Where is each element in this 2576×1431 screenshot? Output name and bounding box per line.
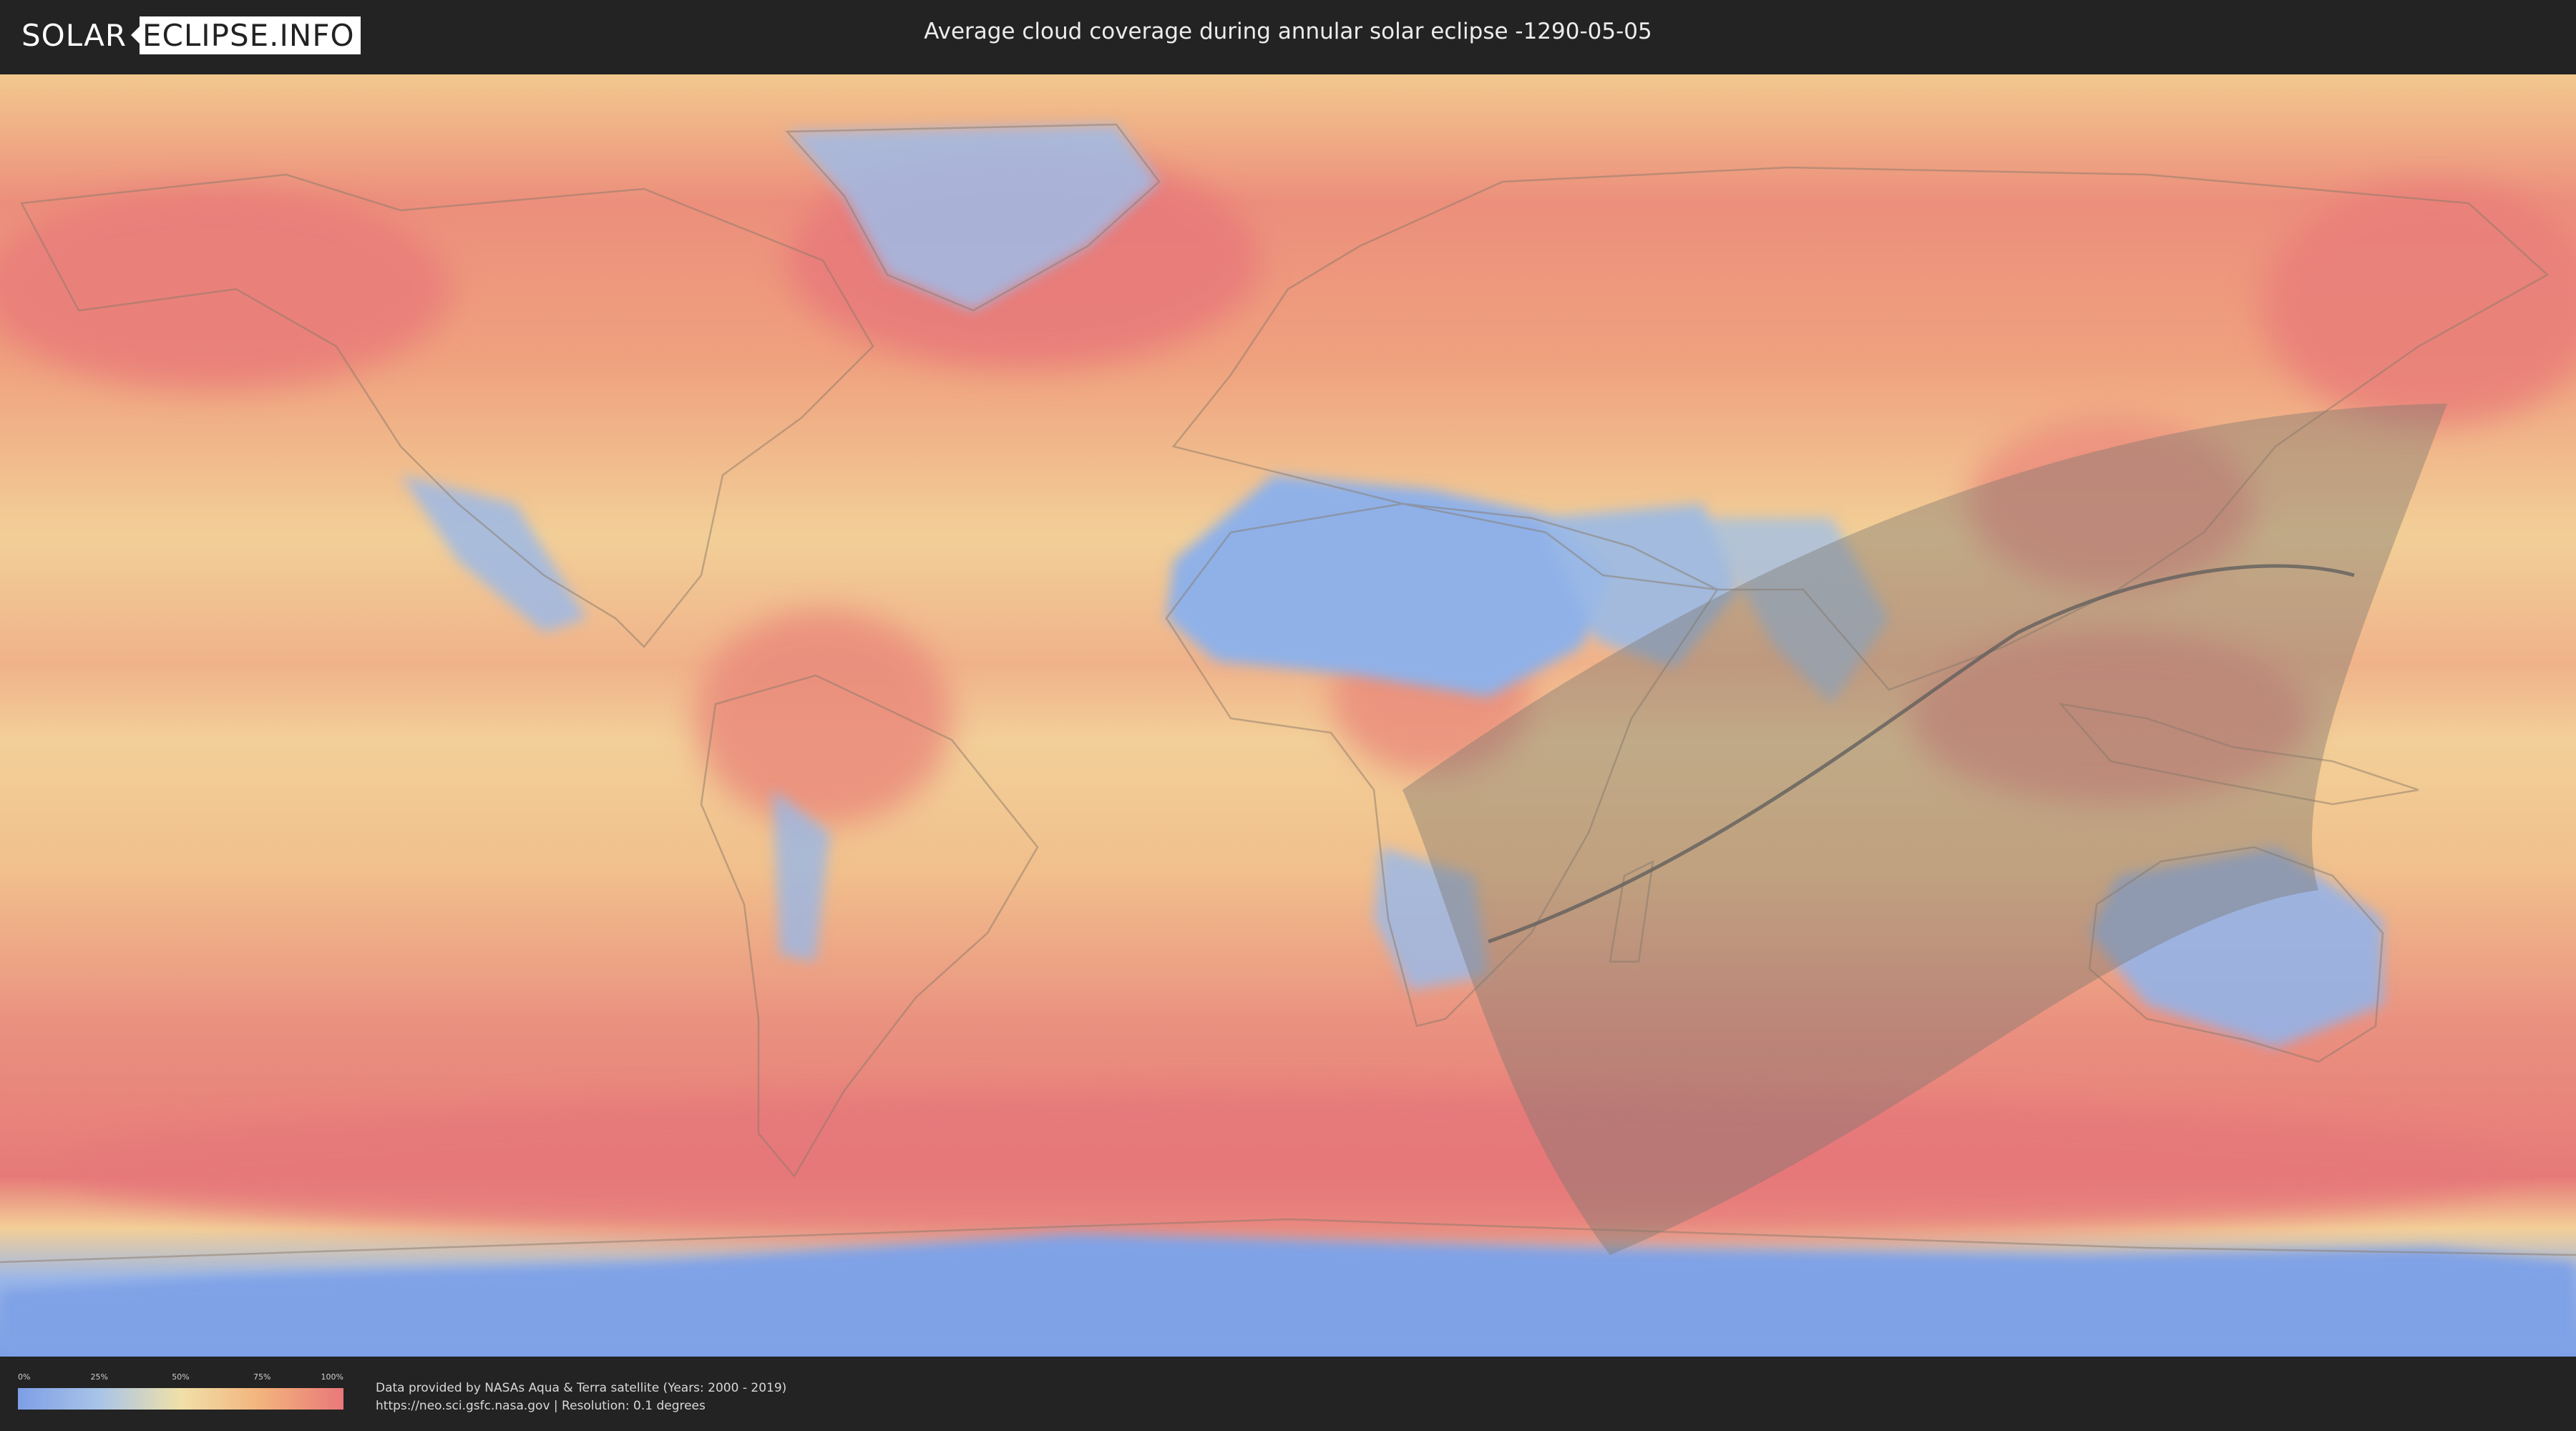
legend-ticks: 0% 25% 50% 75% 100% bbox=[18, 1372, 343, 1382]
footer-bar: 0% 25% 50% 75% 100% Data provided by NAS… bbox=[0, 1357, 2576, 1431]
page-title: Average cloud coverage during annular so… bbox=[924, 19, 1652, 44]
credit-line-1: Data provided by NASAs Aqua & Terra sate… bbox=[376, 1381, 787, 1395]
legend-tick-50: 50% bbox=[172, 1372, 190, 1382]
legend-tick-0: 0% bbox=[18, 1372, 31, 1382]
header-bar: SOLAR ECLIPSE.INFO Average cloud coverag… bbox=[0, 0, 2576, 72]
legend-tick-100: 100% bbox=[321, 1372, 343, 1382]
legend-color-bar bbox=[18, 1388, 343, 1410]
data-credits: Data provided by NASAs Aqua & Terra sate… bbox=[376, 1379, 786, 1415]
southern-ocean-cloudy bbox=[72, 1090, 2504, 1248]
color-legend: 0% 25% 50% 75% 100% bbox=[18, 1372, 343, 1412]
legend-tick-25: 25% bbox=[90, 1372, 108, 1382]
amazon-cloudy bbox=[694, 611, 952, 826]
credit-line-2: https://neo.sci.gsfc.nasa.gov | Resoluti… bbox=[376, 1399, 706, 1413]
legend-tick-75: 75% bbox=[253, 1372, 271, 1382]
cloud-coverage-map[interactable] bbox=[0, 74, 2576, 1357]
